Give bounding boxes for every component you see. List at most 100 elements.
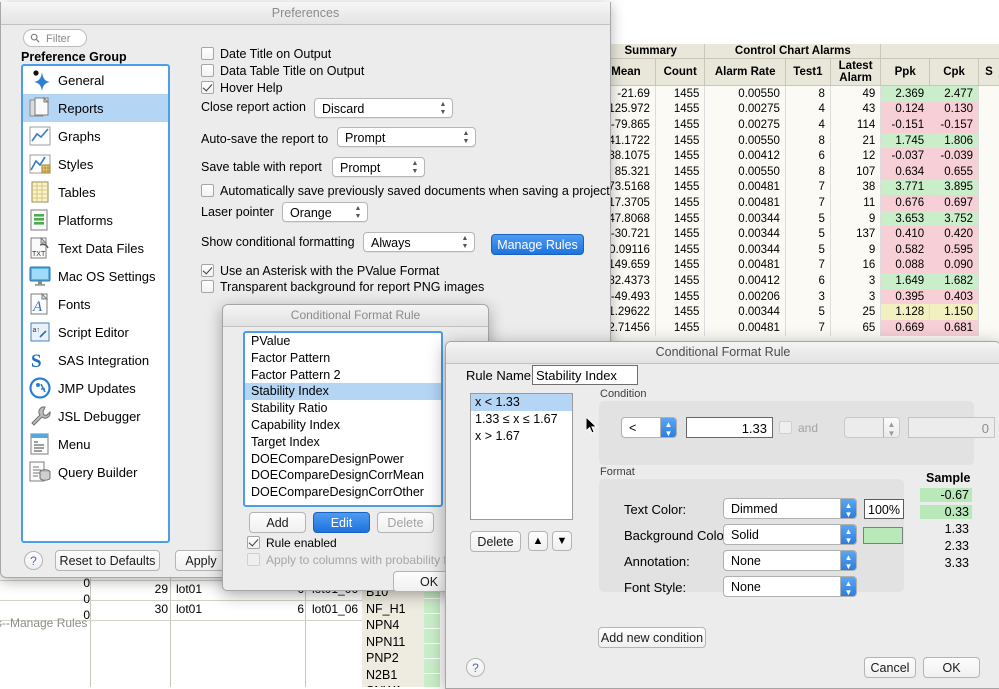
cell-alarm-rate[interactable]: 0.00275 bbox=[705, 102, 785, 118]
help-button[interactable]: ? bbox=[24, 551, 43, 570]
rule-list-item[interactable]: Factor Pattern 2 bbox=[245, 367, 441, 384]
apply-button[interactable]: Apply bbox=[175, 550, 227, 571]
background-color-select[interactable]: Solid ▲▼ bbox=[723, 524, 857, 545]
cell-count[interactable]: 1455 bbox=[655, 117, 705, 133]
rule-list-item[interactable]: Factor Pattern bbox=[245, 350, 441, 367]
sidebar-item-styles[interactable]: Styles bbox=[23, 150, 168, 178]
cell-ppk[interactable]: 0.395 bbox=[881, 289, 930, 305]
rule-list-item[interactable]: Stability Index bbox=[245, 383, 441, 400]
rule-list-item[interactable]: PValue bbox=[245, 333, 441, 350]
cell-count[interactable]: 1455 bbox=[655, 164, 705, 180]
cell-alarm-rate[interactable]: 0.00344 bbox=[705, 242, 785, 258]
cell-ppk[interactable]: 1.649 bbox=[881, 273, 930, 289]
close-report-action-select[interactable]: Discard ▲▼ bbox=[314, 98, 453, 118]
list-item[interactable]: PNP2 bbox=[366, 650, 426, 667]
cell-test1[interactable]: 8 bbox=[785, 133, 830, 149]
table-row[interactable]: 47.806814550.00344593.6533.752 bbox=[597, 211, 999, 227]
cell-s[interactable] bbox=[979, 133, 999, 149]
list-item[interactable]: NPN4 bbox=[366, 617, 426, 634]
table-row[interactable]: -49.49314550.00206330.3950.403 bbox=[597, 289, 999, 305]
add-new-condition-button[interactable]: Add new condition bbox=[598, 627, 706, 648]
cell-test1[interactable]: 7 bbox=[785, 180, 830, 196]
background-data-table[interactable]: Summary Control Chart Alarms Mean Count … bbox=[596, 44, 999, 346]
sidebar-item-query-builder[interactable]: Query Builder bbox=[23, 458, 168, 486]
cell-cpk[interactable]: -0.157 bbox=[930, 117, 979, 133]
sidebar-item-fonts[interactable]: AFonts bbox=[23, 290, 168, 318]
cell-s[interactable] bbox=[979, 242, 999, 258]
cell-s[interactable] bbox=[979, 148, 999, 164]
checkbox-box[interactable] bbox=[201, 81, 214, 94]
cell-s[interactable] bbox=[979, 164, 999, 180]
cell-test1[interactable]: 7 bbox=[785, 195, 830, 211]
chevron-updown-icon[interactable]: ▲▼ bbox=[840, 551, 856, 570]
cell-ppk[interactable]: 3.771 bbox=[881, 180, 930, 196]
delete-condition-button[interactable]: Delete bbox=[470, 531, 521, 552]
cell-ppk[interactable]: 0.676 bbox=[881, 195, 930, 211]
rule-name-input[interactable]: Stability Index bbox=[532, 365, 638, 385]
cell-ppk[interactable]: 3.653 bbox=[881, 211, 930, 227]
cell-count[interactable]: 1455 bbox=[655, 289, 705, 305]
sidebar-item-jmp-updates[interactable]: JMP Updates bbox=[23, 374, 168, 402]
table-row[interactable]: 125.97214550.002754430.1240.130 bbox=[597, 102, 999, 118]
cell-test1[interactable]: 8 bbox=[785, 86, 830, 102]
sidebar-item-script-editor[interactable]: a↑Script Editor bbox=[23, 318, 168, 346]
table-row[interactable]: -79.86514550.002754114-0.151-0.157 bbox=[597, 117, 999, 133]
chevron-updown-icon[interactable]: ▲▼ bbox=[660, 418, 676, 437]
add-rule-button[interactable]: Add bbox=[249, 512, 306, 533]
cell-s[interactable] bbox=[979, 211, 999, 227]
cell-count[interactable]: 1455 bbox=[655, 180, 705, 196]
checkbox-box[interactable] bbox=[201, 264, 214, 277]
table-row[interactable]: 0.0911614550.00344590.5820.595 bbox=[597, 242, 999, 258]
cell-count[interactable]: 1455 bbox=[655, 320, 705, 336]
conditional-formatting-select[interactable]: Always ▲▼ bbox=[363, 232, 475, 252]
cell-s[interactable] bbox=[979, 320, 999, 336]
cell-s[interactable] bbox=[979, 226, 999, 242]
cancel-button[interactable]: Cancel bbox=[864, 657, 916, 678]
cell-alarm-rate[interactable]: 0.00344 bbox=[705, 211, 785, 227]
list-item[interactable]: NF_H1 bbox=[366, 601, 426, 618]
cell-test1[interactable]: 5 bbox=[785, 226, 830, 242]
cell-ppk[interactable]: -0.151 bbox=[881, 117, 930, 133]
cell-count[interactable]: 1455 bbox=[655, 258, 705, 274]
cell-test1[interactable]: 5 bbox=[785, 304, 830, 320]
cell-count[interactable]: 1455 bbox=[655, 195, 705, 211]
list-item[interactable]: NPN11 bbox=[366, 634, 426, 651]
cell-latest-alarm[interactable]: 137 bbox=[830, 226, 880, 242]
cell-cpk[interactable]: 0.130 bbox=[930, 102, 979, 118]
table-row[interactable]: 38.107514550.00412612-0.037-0.039 bbox=[597, 148, 999, 164]
rule-list-item[interactable]: DOECompareDesignCorrMean bbox=[245, 467, 441, 484]
cell-test1[interactable]: 5 bbox=[785, 242, 830, 258]
cell-alarm-rate[interactable]: 0.00550 bbox=[705, 86, 785, 102]
col-ppk[interactable]: Ppk bbox=[881, 59, 930, 86]
checkbox-box[interactable] bbox=[201, 184, 214, 197]
checkbox-box[interactable] bbox=[201, 47, 214, 60]
condition-list-item[interactable]: x < 1.33 bbox=[471, 394, 572, 411]
cell-cpk[interactable]: 0.655 bbox=[930, 164, 979, 180]
col-latest-alarm[interactable]: Latest Alarm bbox=[830, 59, 880, 86]
cell-count[interactable]: 1455 bbox=[655, 273, 705, 289]
sidebar-item-text-data-files[interactable]: TXTText Data Files bbox=[23, 234, 168, 262]
font-style-select[interactable]: None ▲▼ bbox=[723, 576, 857, 597]
chevron-updown-icon[interactable]: ▲▼ bbox=[840, 525, 856, 544]
cell-ppk[interactable]: -0.037 bbox=[881, 148, 930, 164]
cell-latest-alarm[interactable]: 43 bbox=[830, 102, 880, 118]
rule-list[interactable]: PValueFactor PatternFactor Pattern 2Stab… bbox=[243, 331, 443, 507]
condition-value-input[interactable]: 1.33 bbox=[686, 417, 773, 438]
condition-list-item[interactable]: x > 1.67 bbox=[471, 428, 572, 445]
annotation-select[interactable]: None ▲▼ bbox=[723, 550, 857, 571]
checkbox-box[interactable] bbox=[247, 536, 260, 549]
table-row[interactable]: 1.2962214550.003445251.1281.150 bbox=[597, 304, 999, 320]
checkbox-box[interactable] bbox=[201, 64, 214, 77]
checkbox-date-title-on-output[interactable]: Date Title on Output bbox=[201, 47, 331, 61]
cell-alarm-rate[interactable]: 0.00412 bbox=[705, 273, 785, 289]
cell-alarm-rate[interactable]: 0.00481 bbox=[705, 320, 785, 336]
cell-count[interactable]: 1455 bbox=[655, 226, 705, 242]
sidebar-item-sas-integration[interactable]: SSAS Integration bbox=[23, 346, 168, 374]
cell-test1[interactable]: 3 bbox=[785, 289, 830, 305]
cell-cpk[interactable]: 0.697 bbox=[930, 195, 979, 211]
cell-latest-alarm[interactable]: 114 bbox=[830, 117, 880, 133]
cell-cpk[interactable]: 3.895 bbox=[930, 180, 979, 196]
rule-list-item[interactable]: Capability Index bbox=[245, 417, 441, 434]
rule-list-item[interactable]: Target Index bbox=[245, 434, 441, 451]
save-table-select[interactable]: Prompt ▲▼ bbox=[332, 157, 425, 177]
